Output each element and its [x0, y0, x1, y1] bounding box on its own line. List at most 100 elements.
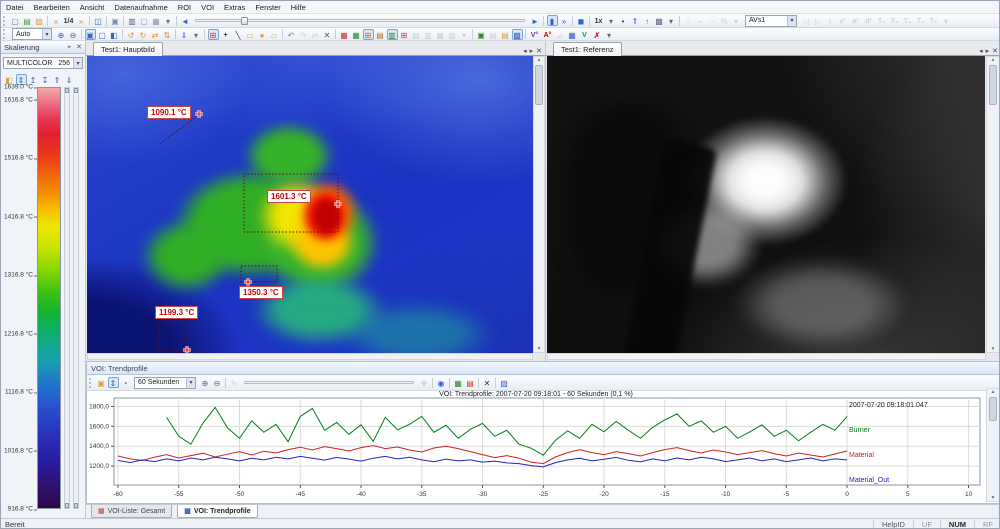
autoscale-y-icon[interactable]: ⇕ — [108, 377, 119, 388]
chevron-down-icon[interactable]: ▾ — [73, 58, 82, 68]
roi-copy-icon[interactable]: ▤ — [375, 29, 386, 40]
send-down-icon[interactable]: ⇓ — [179, 29, 190, 40]
scale-max-thumb[interactable] — [65, 88, 69, 93]
play-icon[interactable]: ► — [530, 15, 541, 26]
draw-ellipse-icon[interactable]: ● — [257, 29, 268, 40]
tab-next-icon[interactable]: ▸ — [530, 47, 534, 55]
roi-table-icon[interactable]: ▦ — [339, 29, 350, 40]
flip-horizontal-icon[interactable]: ⇄ — [150, 29, 161, 40]
step-back-icon[interactable]: ◄ — [180, 15, 191, 26]
shrink-range-icon[interactable]: ⇓ — [64, 74, 75, 85]
tab-referenz[interactable]: Test1: Referenz — [553, 42, 622, 56]
export-page-icon[interactable]: ▢ — [139, 15, 150, 26]
chart-vertical-scrollbar[interactable]: ▲▼ — [986, 388, 1000, 502]
rotate-right-icon[interactable]: ↻ — [138, 29, 149, 40]
report-icon[interactable]: ▤ — [22, 15, 33, 26]
trend-zoom-slider[interactable] — [244, 379, 414, 387]
main-vertical-scrollbar[interactable]: ▲▼ — [533, 56, 545, 353]
range-back-icon[interactable]: « — [51, 15, 62, 26]
avs-combo[interactable]: AVs1 ▾ — [745, 15, 797, 27]
pause-icon[interactable]: ▮ — [547, 15, 558, 26]
roi-import-icon[interactable]: ⊞ — [363, 29, 374, 40]
camera-settings-icon[interactable]: ▩ — [654, 15, 665, 26]
thermal-image[interactable]: 1090.1 °C1601.3 °C1350.3 °C1199.3 °C — [87, 56, 533, 353]
snapshot-more-icon[interactable]: ▾ — [163, 15, 174, 26]
menu-item-ansicht[interactable]: Ansicht — [75, 3, 110, 12]
voi-amber-icon[interactable]: ▤ — [500, 29, 511, 40]
open-folder-icon[interactable]: ▧ — [34, 15, 45, 26]
jump-top-icon[interactable]: ↑ — [642, 15, 653, 26]
clear-chart-icon[interactable]: ✕ — [482, 377, 493, 388]
fit-window-icon[interactable]: ▣ — [85, 29, 96, 40]
tab-close-icon[interactable]: ✕ — [992, 47, 998, 55]
check-green-icon[interactable]: V — [579, 29, 591, 40]
scrollbar-thumb[interactable] — [989, 65, 997, 105]
tab-voi-trendprofile[interactable]: ▩ VOI: Trendprofile — [177, 505, 257, 518]
voltage-icon[interactable]: V° — [529, 29, 541, 40]
speed-dropdown-icon[interactable]: ▾ — [606, 15, 617, 26]
zoom-time-out-icon[interactable]: ⊖ — [212, 377, 223, 388]
voi-more2-icon[interactable]: ▾ — [604, 29, 615, 40]
show-points-icon[interactable]: ◉ — [436, 377, 447, 388]
scale-min-slider[interactable] — [73, 87, 79, 509]
tab-close-icon[interactable]: ✕ — [536, 47, 542, 55]
menu-item-roi[interactable]: ROI — [173, 3, 196, 12]
reference-horizontal-scrollbar[interactable] — [547, 353, 986, 360]
table-view-icon[interactable]: ▦ — [453, 377, 464, 388]
speed-label[interactable]: 1x — [593, 15, 605, 26]
rotate-left-icon[interactable]: ↺ — [126, 29, 137, 40]
menu-item-datei[interactable]: Datei — [1, 3, 29, 12]
draw-polygon-icon[interactable]: ▱ — [269, 29, 280, 40]
range-forward-icon[interactable]: » — [76, 15, 87, 26]
pin-icon[interactable]: ⌖ — [67, 44, 71, 51]
voi-chart-icon[interactable]: ▩ — [512, 29, 523, 40]
add-roi-icon[interactable]: ⊞ — [208, 29, 219, 40]
menu-item-hilfe[interactable]: Hilfe — [286, 3, 311, 12]
zoom-in-icon[interactable]: ⊕ — [56, 29, 67, 40]
palette-combo[interactable]: MULTICOLOR 256 ▾ — [3, 57, 83, 69]
roi-paste-icon[interactable]: ▥ — [387, 29, 398, 40]
temperature-label[interactable]: 1601.3 °C — [267, 190, 311, 203]
scale-max-lower-thumb[interactable] — [65, 503, 69, 508]
record-dot-icon[interactable]: • — [618, 15, 629, 26]
stop-icon[interactable]: ◼ — [576, 15, 587, 26]
export-data-icon[interactable]: ▤ — [465, 377, 476, 388]
profile-settings-icon[interactable]: ◔ — [120, 377, 131, 388]
scale-min-upper-thumb[interactable] — [74, 88, 78, 93]
tab-voi-liste[interactable]: ▦ VOI-Liste: Gesamt — [91, 505, 172, 518]
scrollbar-thumb[interactable] — [535, 65, 543, 105]
menu-item-voi[interactable]: VOI — [196, 3, 219, 12]
camera-more-icon[interactable]: ▾ — [666, 15, 677, 26]
menu-item-fenster[interactable]: Fenster — [250, 3, 285, 12]
delete-roi-icon[interactable]: ✕ — [322, 29, 333, 40]
tab-hauptbild[interactable]: Test1: Hauptbild — [93, 42, 163, 56]
print-chart-icon[interactable]: ▧ — [499, 377, 510, 388]
undo-roi-icon[interactable]: ↶ — [286, 29, 297, 40]
expand-range-icon[interactable]: ⇑ — [52, 74, 63, 85]
chevron-down-icon[interactable]: ▾ — [787, 16, 796, 26]
temperature-label[interactable]: 1199.3 °C — [155, 306, 198, 319]
roi-add-table-icon[interactable]: ▦ — [351, 29, 362, 40]
trend-chart[interactable]: -60-55-50-45-40-35-30-25-20-15-10-505101… — [88, 390, 984, 504]
scale-min-thumb[interactable] — [74, 503, 78, 508]
timeline-slider[interactable] — [195, 17, 525, 25]
tab-prev-icon[interactable]: ◂ — [523, 47, 527, 55]
temperature-label[interactable]: 1090.1 °C — [147, 106, 191, 119]
current-icon[interactable]: A° — [542, 29, 554, 40]
draw-point-icon[interactable]: + — [220, 29, 232, 40]
flip-vertical-icon[interactable]: ⇅ — [162, 29, 173, 40]
menu-item-extras[interactable]: Extras — [219, 3, 250, 12]
menu-item-bearbeiten[interactable]: Bearbeiten — [29, 3, 75, 12]
print-icon[interactable]: ▥ — [127, 15, 138, 26]
new-document-icon[interactable]: ▢ — [10, 15, 21, 26]
interval-combo[interactable]: 60 Sekunden ▾ — [134, 377, 196, 389]
draw-line-icon[interactable]: ╲ — [233, 29, 244, 40]
matrix-icon[interactable]: ▦ — [567, 29, 578, 40]
tab-next-icon[interactable]: ▸ — [986, 47, 990, 55]
reference-vertical-scrollbar[interactable]: ▲▼ — [986, 56, 1000, 353]
draw-rect-icon[interactable]: ▭ — [245, 29, 256, 40]
scrollbar-thumb[interactable] — [989, 397, 997, 421]
menu-item-datenaufnahme[interactable]: Datenaufnahme — [109, 3, 172, 12]
scaling-mode-combo[interactable]: Auto ▾ — [12, 28, 52, 40]
fast-forward-icon[interactable]: » — [559, 15, 570, 26]
